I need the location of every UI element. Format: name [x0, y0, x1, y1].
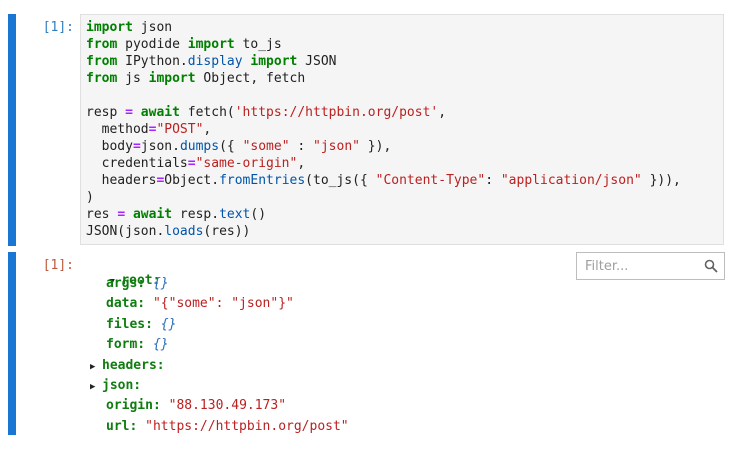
- tree-node[interactable]: ▶ headers:: [90, 357, 165, 376]
- code-line: JSON(json.loads(res)): [86, 224, 251, 239]
- search-icon[interactable]: [704, 259, 718, 273]
- code-line: method="POST",: [86, 122, 212, 137]
- tree-node: url: "https://httpbin.org/post": [106, 418, 349, 435]
- tree-node: form: {}: [106, 336, 169, 353]
- input-prompt: [1]:: [42, 20, 74, 35]
- tree-node: args: {}: [106, 275, 169, 292]
- tree-value: {}: [152, 316, 177, 332]
- json-filter[interactable]: [576, 252, 725, 280]
- tree-value: "88.130.49.173": [160, 398, 287, 414]
- tree-key: json:: [102, 378, 142, 393]
- code-line: import json: [86, 20, 173, 35]
- tree-node[interactable]: ▶ json:: [90, 377, 141, 396]
- tree-key: url:: [106, 418, 138, 434]
- tree-value: {}: [145, 337, 169, 353]
- tree-node: data: "{"some": "json"}": [106, 295, 294, 312]
- tree-value: "https://httpbin.org/post": [137, 418, 349, 434]
- tree-key: headers:: [102, 357, 165, 373]
- code-line: from js import Object, fetch: [86, 71, 306, 86]
- tree-node: files: {}: [106, 316, 176, 333]
- code-line: resp = await fetch('https://httpbin.org/…: [86, 105, 447, 120]
- output-prompt: [1]:: [42, 258, 74, 273]
- code-line: ): [86, 190, 94, 205]
- code-line: credentials="same-origin",: [86, 156, 306, 171]
- tree-value: "{"some": "json"}": [145, 296, 294, 312]
- tree-node: origin: "88.130.49.173": [106, 397, 286, 414]
- caret-right-icon[interactable]: ▶: [90, 379, 102, 396]
- code-line: res = await resp.text(): [86, 207, 267, 222]
- code-content[interactable]: import json from pyodide import to_jsfrom…: [86, 19, 681, 240]
- caret-right-icon[interactable]: ▶: [90, 359, 102, 376]
- filter-input[interactable]: [577, 253, 705, 279]
- tree-key: args:: [106, 276, 146, 291]
- input-cell-collapser[interactable]: [8, 14, 16, 246]
- code-line: from IPython.display import JSON: [86, 54, 337, 69]
- tree-key: origin:: [106, 398, 161, 414]
- tree-value: {}: [145, 276, 169, 291]
- code-line: headers=Object.fromEntries(to_js({ "Cont…: [86, 173, 681, 188]
- tree-key: data:: [106, 296, 146, 312]
- tree-key: files:: [106, 316, 153, 332]
- tree-key: form:: [106, 337, 146, 353]
- code-line: from pyodide import to_js: [86, 37, 282, 52]
- output-cell-collapser[interactable]: [8, 252, 16, 435]
- code-line: body=json.dumps({ "some" : "json" }),: [86, 139, 392, 154]
- code-editor[interactable]: import json from pyodide import to_jsfrom…: [80, 14, 724, 245]
